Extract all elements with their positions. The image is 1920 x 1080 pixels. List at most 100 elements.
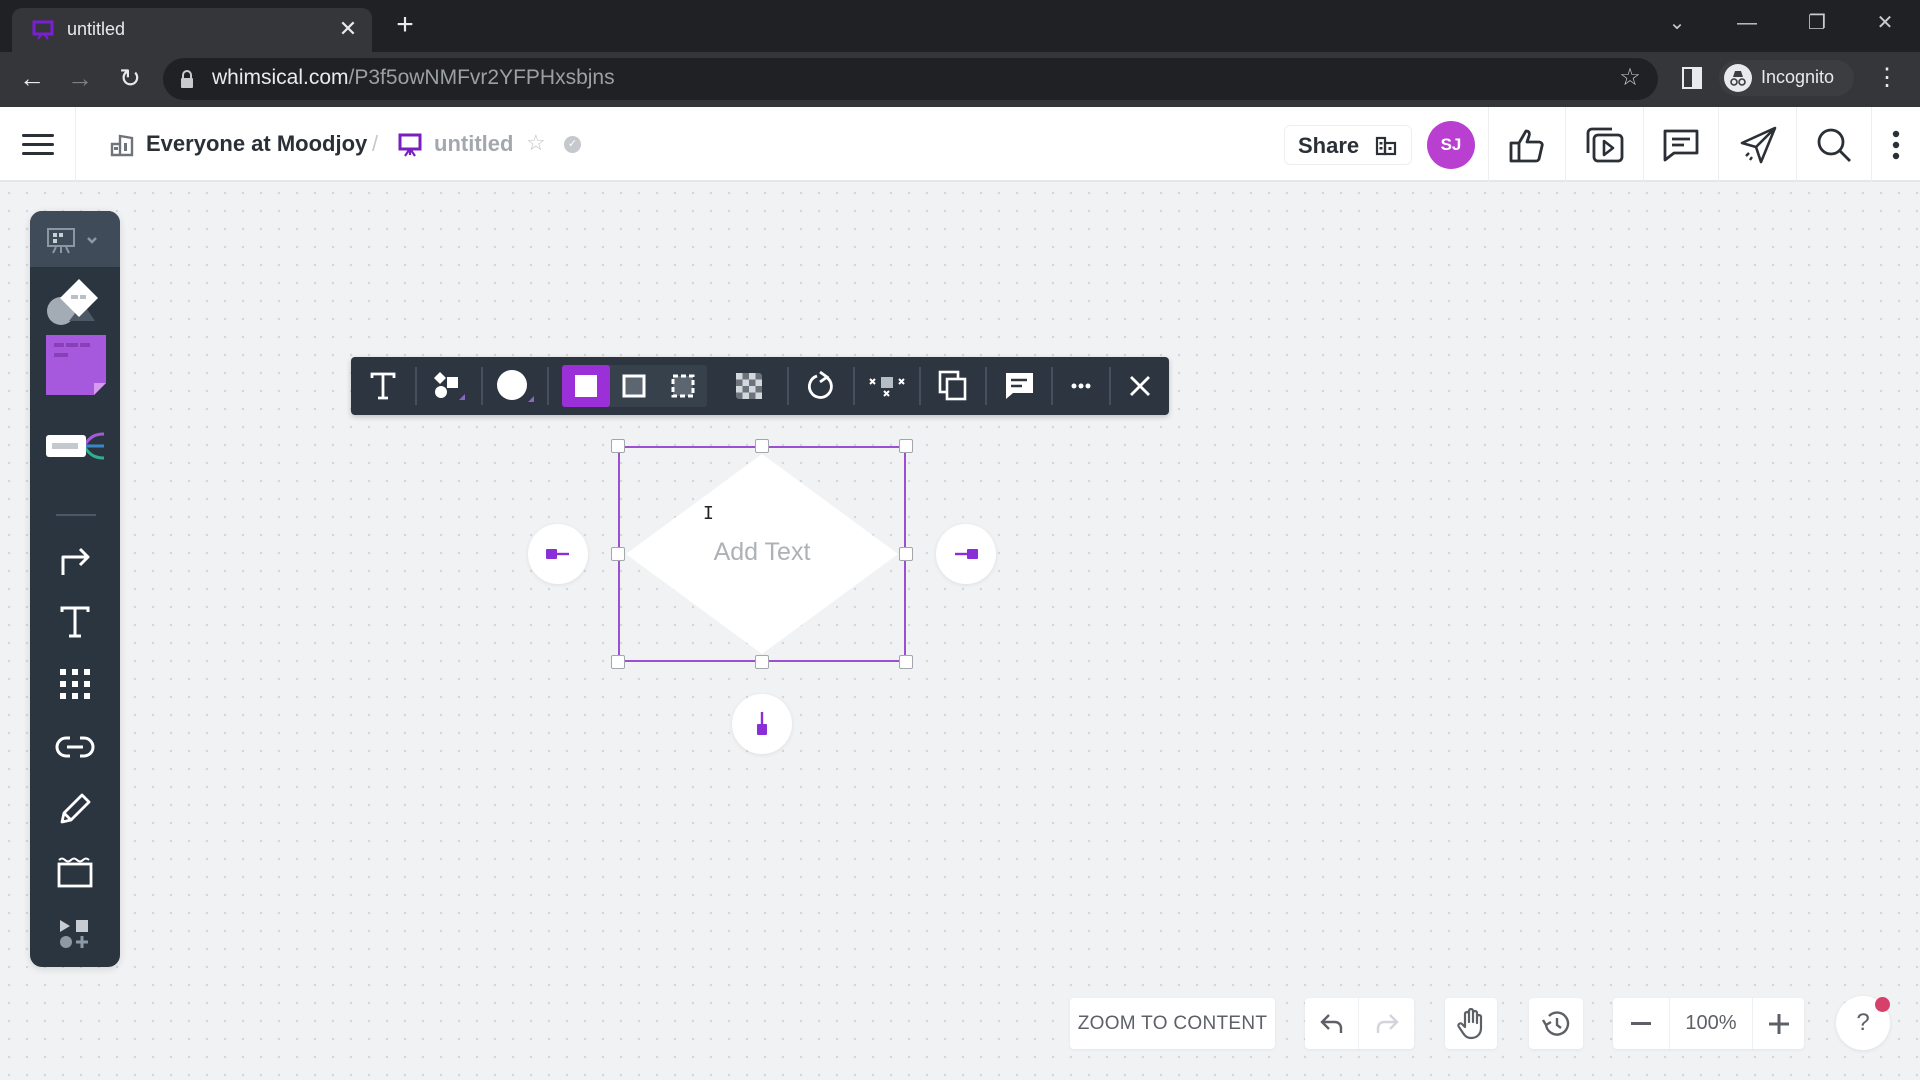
new-tab-button[interactable]: + [390, 10, 420, 40]
align-distribute-icon [869, 377, 905, 397]
url-domain: whimsical.com [212, 66, 349, 89]
menu-icon-line [22, 143, 54, 146]
link-tool[interactable] [30, 718, 120, 776]
connector-handle-bottom[interactable] [732, 694, 792, 754]
side-panel-icon[interactable] [1680, 66, 1704, 90]
border-dashed-button[interactable] [658, 365, 707, 407]
fill-color-button[interactable] [483, 357, 547, 415]
connector-bottom-icon [757, 712, 767, 735]
history-icon [1541, 1010, 1570, 1036]
border-outline-button[interactable] [610, 365, 658, 407]
border-solid-button[interactable] [562, 365, 610, 407]
connector-handle-left[interactable] [528, 524, 588, 584]
text-format-button[interactable] [351, 357, 415, 415]
rotate-button[interactable] [789, 357, 853, 415]
board-mode-menu[interactable] [30, 211, 120, 267]
comment-icon [1663, 129, 1699, 161]
mind-map-tool[interactable] [30, 417, 120, 475]
search-button[interactable] [1796, 107, 1871, 182]
plus-icon [1768, 1013, 1789, 1034]
connector-tool[interactable] [30, 531, 120, 589]
back-button[interactable]: ← [14, 60, 50, 96]
window-close-button[interactable]: ✕ [1860, 8, 1910, 38]
close-toolbar-button[interactable] [1111, 357, 1169, 415]
zoom-out-button[interactable] [1613, 998, 1670, 1049]
more-options-button[interactable] [1871, 107, 1920, 182]
favorite-star-icon[interactable]: ☆ [526, 132, 548, 154]
solid-fill-icon [575, 375, 597, 397]
connector-handle-right[interactable] [936, 524, 996, 584]
publish-button[interactable] [1718, 107, 1796, 182]
frame-tool[interactable] [30, 843, 120, 901]
add-tools-icon [60, 920, 88, 948]
shape-text-placeholder[interactable]: Add Text [620, 538, 904, 567]
resize-handle-top-left[interactable] [611, 439, 625, 453]
undo-redo-group [1305, 998, 1414, 1049]
browser-tab[interactable]: untitled ✕ [12, 8, 372, 52]
user-avatar[interactable]: SJ [1427, 121, 1475, 169]
breadcrumb-workspace[interactable]: Everyone at Moodjoy [146, 131, 367, 157]
present-button[interactable] [1565, 107, 1643, 182]
redo-button[interactable] [1360, 998, 1414, 1049]
bookmark-star-icon[interactable]: ☆ [1616, 64, 1644, 92]
pencil-tool[interactable] [30, 780, 120, 838]
undo-button[interactable] [1305, 998, 1359, 1049]
lock-icon [181, 70, 193, 88]
close-icon [1130, 376, 1150, 396]
more-tools[interactable] [30, 905, 120, 963]
redo-icon [1376, 1013, 1399, 1033]
version-history-button[interactable] [1529, 998, 1583, 1049]
restore-button[interactable]: ❐ [1792, 8, 1842, 38]
text-tool[interactable] [30, 593, 120, 651]
frame-icon [57, 857, 93, 888]
text-cursor-icon: I [703, 503, 714, 524]
url-text[interactable]: whimsical.com/P3f5owNMFvr2YFPHxsbjns [212, 66, 615, 90]
toolbar-divider [547, 367, 549, 405]
resize-handle-bottom-left[interactable] [611, 655, 625, 669]
tab-search-icon[interactable]: ⌄ [1652, 8, 1702, 38]
grid-tool[interactable] [30, 655, 120, 713]
zoom-controls: 100% [1613, 998, 1804, 1049]
shapes-tool[interactable] [30, 273, 120, 331]
resize-handle-top[interactable] [755, 439, 769, 453]
canvas[interactable] [0, 184, 1920, 1080]
resize-handle-top-right[interactable] [899, 439, 913, 453]
connector-left-icon [546, 549, 569, 559]
pan-tool-button[interactable] [1445, 998, 1497, 1049]
menu-button[interactable] [0, 107, 76, 182]
align-button[interactable] [855, 357, 919, 415]
reload-button[interactable]: ↻ [112, 60, 148, 96]
tab-close-icon[interactable]: ✕ [336, 16, 360, 42]
like-button[interactable] [1488, 107, 1565, 182]
incognito-badge[interactable]: Incognito [1719, 60, 1854, 96]
zoom-level[interactable]: 100% [1670, 998, 1752, 1049]
menu-icon [22, 134, 54, 137]
more-horizontal-icon [1071, 383, 1091, 389]
shapes-icon [434, 372, 465, 400]
resize-handle-bottom[interactable] [755, 655, 769, 669]
text-icon [60, 606, 90, 638]
search-icon [1817, 128, 1851, 162]
doc-title[interactable]: untitled [434, 131, 513, 157]
resize-handle-bottom-right[interactable] [899, 655, 913, 669]
minimize-button[interactable]: — [1722, 8, 1772, 38]
zoom-in-button[interactable] [1752, 998, 1804, 1049]
forward-button[interactable]: → [62, 60, 98, 96]
thumbs-up-icon [1509, 129, 1544, 162]
sticky-note-tool[interactable] [30, 335, 120, 395]
more-button[interactable] [1053, 357, 1109, 415]
browser-menu-icon[interactable]: ⋮ [1875, 60, 1899, 96]
paper-plane-icon [1740, 126, 1776, 163]
rotate-icon [808, 370, 833, 399]
share-button[interactable]: Share [1284, 125, 1412, 165]
opacity-button[interactable] [717, 357, 781, 415]
comment-button[interactable] [987, 357, 1051, 415]
zoom-to-content-button[interactable]: ZOOM TO CONTENT [1070, 998, 1275, 1049]
shape-type-button[interactable] [417, 357, 481, 415]
duplicate-button[interactable] [921, 357, 985, 415]
comments-button[interactable] [1643, 107, 1718, 182]
tab-title: untitled [67, 19, 126, 39]
link-icon [55, 736, 95, 758]
pencil-icon [60, 793, 91, 824]
incognito-icon [1724, 64, 1752, 92]
